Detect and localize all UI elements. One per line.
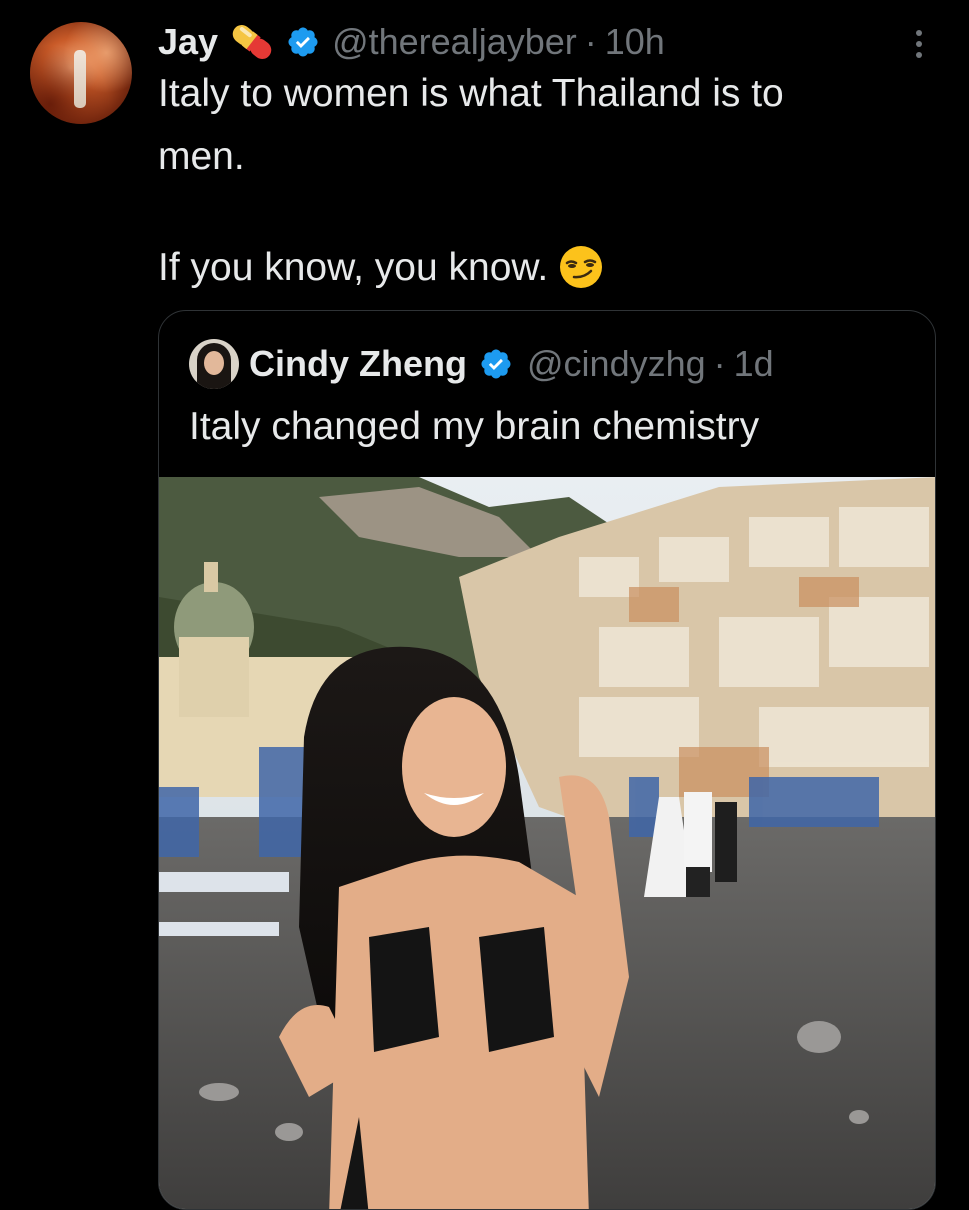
avatar-figure <box>74 50 86 108</box>
quoted-author-name[interactable]: Cindy Zheng <box>249 343 467 385</box>
quoted-tweet-header: Cindy Zheng @cindyzhg · 1d <box>249 339 774 389</box>
more-dot <box>916 41 922 47</box>
photo-wedding-people <box>644 792 737 897</box>
more-dot <box>916 52 922 58</box>
avatar-face <box>204 351 224 375</box>
author-avatar[interactable] <box>30 22 132 124</box>
verified-icon[interactable] <box>479 347 513 381</box>
tweet-timestamp[interactable]: 10h <box>605 21 665 63</box>
more-dot <box>916 30 922 36</box>
tweet-text-line-2: men. <box>158 135 245 178</box>
author-handle[interactable]: @therealjayber <box>332 21 577 63</box>
quoted-tweet-photo[interactable] <box>159 477 936 1210</box>
tweet[interactable]: Jay @therealjayber · 10h Italy to women … <box>0 0 969 1210</box>
quoted-author-handle[interactable]: @cindyzhg <box>527 343 706 385</box>
more-icon[interactable] <box>904 24 934 64</box>
tweet-text-line-3-text: If you know, you know. <box>158 246 549 289</box>
tweet-text-line-1: Italy to women is what Thailand is to <box>158 72 784 115</box>
quoted-tweet-text: Italy changed my brain chemistry <box>189 405 760 448</box>
verified-icon[interactable] <box>286 25 320 59</box>
pill-icon <box>232 24 272 60</box>
quoted-tweet[interactable]: Cindy Zheng @cindyzhg · 1d Italy changed… <box>158 310 936 1210</box>
quoted-author-avatar[interactable] <box>189 339 239 389</box>
quoted-tweet-timestamp[interactable]: 1d <box>734 343 774 385</box>
tweet-text-line-3: If you know, you know. <box>158 244 604 292</box>
tweet-header: Jay @therealjayber · 10h <box>158 18 665 66</box>
smirking-face-icon <box>560 246 603 288</box>
quoted-header-separator: · <box>713 343 726 384</box>
header-separator: · <box>584 21 597 62</box>
author-name[interactable]: Jay <box>158 21 218 63</box>
